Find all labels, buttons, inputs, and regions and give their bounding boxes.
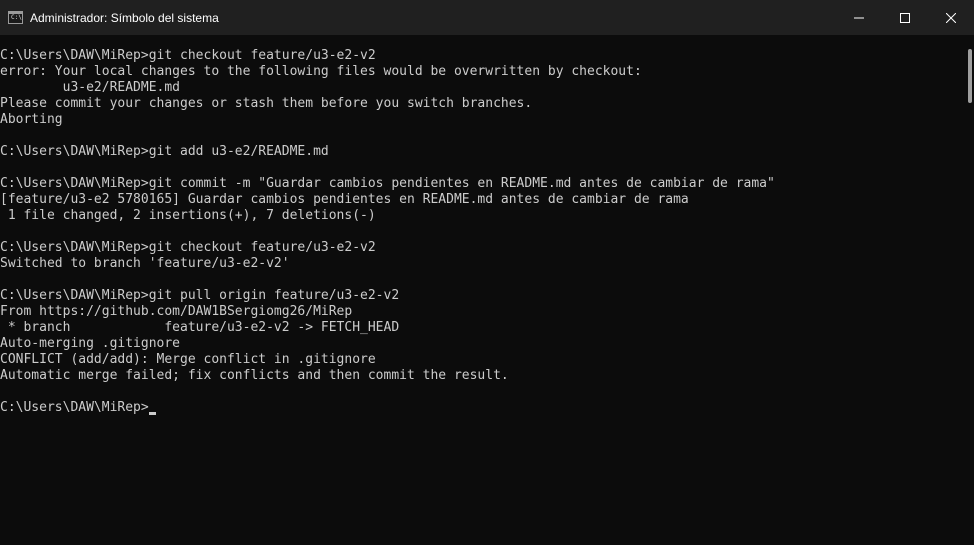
console-line: C:\Users\DAW\MiRep>git checkout feature/… — [0, 48, 376, 63]
console-line: C:\Users\DAW\MiRep>git checkout feature/… — [0, 240, 376, 255]
console-line: Automatic merge failed; fix conflicts an… — [0, 368, 509, 383]
console-line: [feature/u3-e2 5780165] Guardar cambios … — [0, 192, 689, 207]
console-line: Aborting — [0, 112, 63, 127]
console-line: error: Your local changes to the followi… — [0, 64, 642, 79]
title-bar[interactable]: C:\ Administrador: Símbolo del sistema — [0, 0, 974, 35]
close-button[interactable] — [928, 0, 974, 35]
console-line: Auto-merging .gitignore — [0, 336, 181, 351]
console-line: * branch feature/u3-e2-v2 -> FETCH_HEAD — [0, 320, 400, 335]
minimize-button[interactable] — [836, 0, 882, 35]
cmd-icon: C:\ — [8, 11, 23, 24]
minimize-icon — [854, 17, 864, 18]
maximize-button[interactable] — [882, 0, 928, 35]
command-prompt[interactable]: C:\Users\DAW\MiRep> — [0, 400, 960, 416]
prompt-text: C:\Users\DAW\MiRep> — [0, 400, 149, 415]
window-controls — [836, 0, 974, 35]
console-line: u3-e2/README.md — [0, 80, 181, 95]
console-line: Switched to branch 'feature/u3-e2-v2' — [0, 256, 290, 271]
console-line: 1 file changed, 2 insertions(+), 7 delet… — [0, 208, 376, 223]
console-line: C:\Users\DAW\MiRep>git commit -m "Guarda… — [0, 176, 775, 191]
console-line: C:\Users\DAW\MiRep>git pull origin featu… — [0, 288, 400, 303]
maximize-icon — [900, 12, 910, 23]
console-line: From https://github.com/DAW1BSergiomg26/… — [0, 304, 353, 319]
console-line: C:\Users\DAW\MiRep>git add u3-e2/README.… — [0, 144, 329, 159]
vertical-scrollbar[interactable] — [965, 35, 974, 545]
window-title: Administrador: Símbolo del sistema — [30, 10, 219, 25]
cmd-window: C:\ Administrador: Símbolo del sistema C… — [0, 0, 974, 545]
text-cursor — [148, 412, 156, 415]
console-line: Please commit your changes or stash them… — [0, 96, 533, 111]
close-icon — [946, 12, 956, 23]
console-line: CONFLICT (add/add): Merge conflict in .g… — [0, 352, 376, 367]
console-output[interactable]: C:\Users\DAW\MiRep>git checkout feature/… — [0, 48, 960, 416]
scrollbar-thumb[interactable] — [968, 49, 972, 103]
